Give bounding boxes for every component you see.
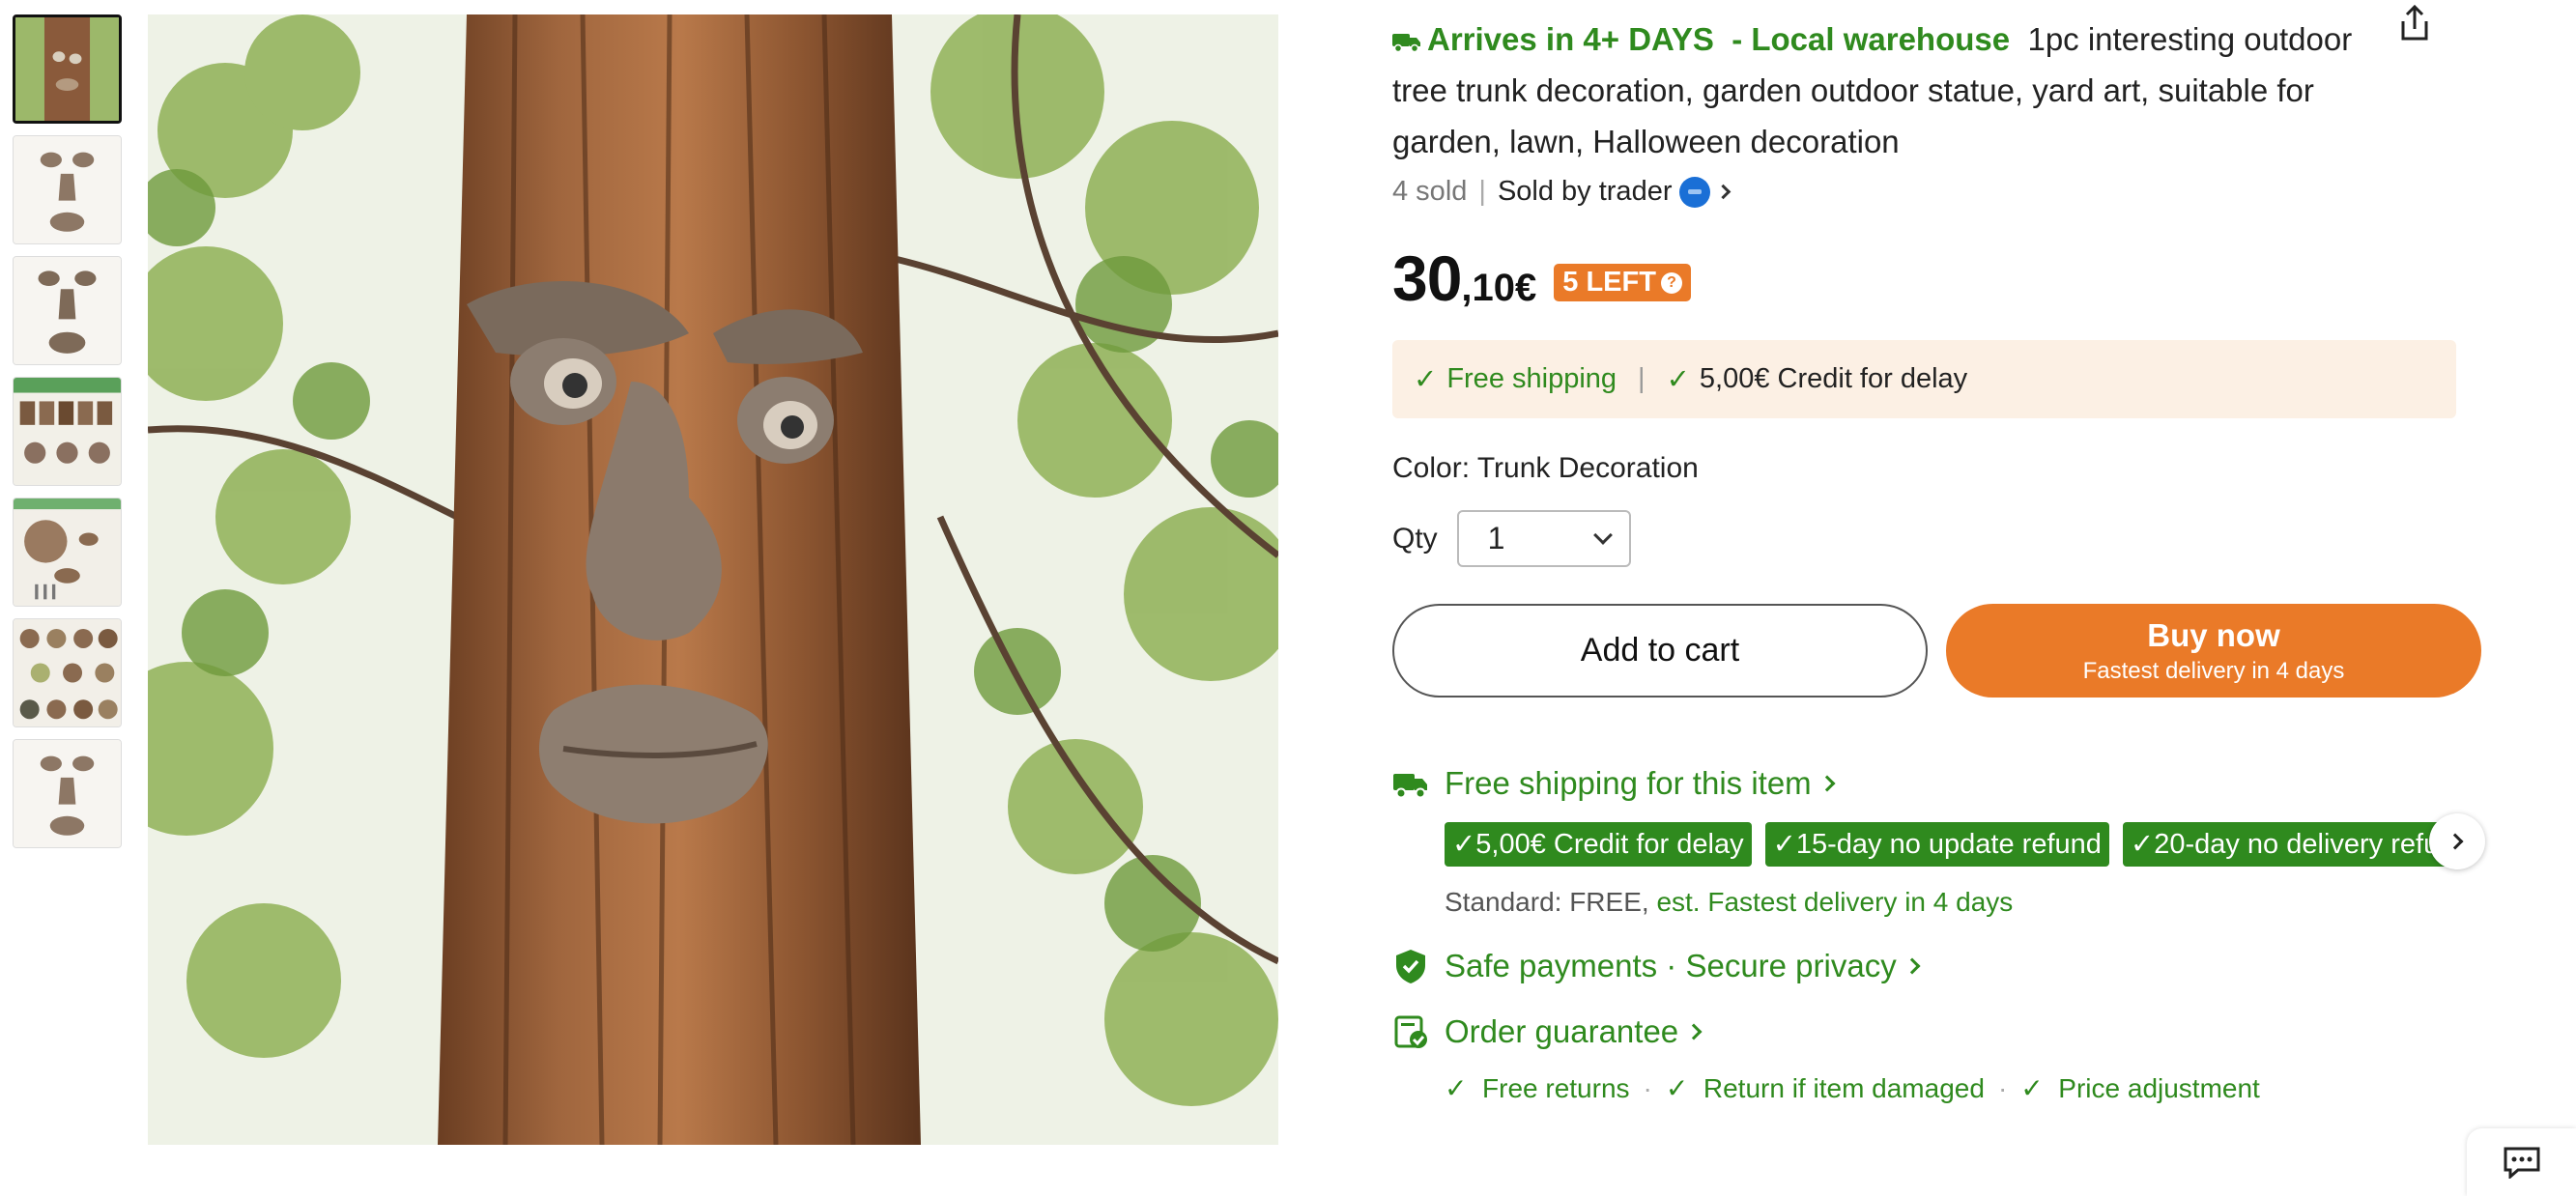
stock-badge[interactable]: 5 LEFT? [1554, 264, 1691, 301]
standard-est-label: est. Fastest delivery in 4 days [1656, 887, 2014, 917]
qty-value: 1 [1487, 521, 1505, 555]
color-value: Trunk Decoration [1476, 452, 1699, 484]
credit-label: 5,00€ Credit for delay [1699, 363, 1968, 394]
chevron-right-icon [1818, 775, 1836, 792]
divider: · [1643, 1072, 1652, 1103]
order-guarantee-icon [1394, 1015, 1427, 1048]
guarantee-item: Price adjustment [2058, 1072, 2260, 1103]
buy-now-label: Buy now [2147, 616, 2280, 653]
chat-button[interactable] [2467, 1128, 2576, 1196]
main-product-image[interactable] [148, 14, 1278, 1145]
share-icon[interactable] [2397, 4, 2432, 43]
check-icon: ✓ [1665, 1073, 1703, 1103]
divider: · [1997, 1072, 2008, 1103]
free-shipping-heading-label: Free shipping for this item [1445, 765, 1812, 801]
benefit-pills: ✓5,00€ Credit for delay ✓15-day no update… [1445, 822, 2469, 867]
order-guarantee-label: Order guarantee [1445, 1013, 1679, 1049]
chat-icon [2504, 1147, 2539, 1179]
qty-row: Qty 1 [1392, 510, 1631, 567]
thumbnail-1[interactable] [13, 14, 122, 124]
thumbnail-gallery [13, 14, 124, 860]
seller-badge-icon [1679, 176, 1711, 208]
benefit-pill: ✓20-day no delivery refund [2122, 822, 2469, 867]
seller-row: 4 sold | Sold by trader [1392, 176, 1732, 208]
arrival-label: Arrives in 4+ DAYS [1427, 21, 1714, 57]
safe-payments-label: Safe payments · Secure privacy [1445, 948, 1897, 983]
warehouse-label: - Local warehouse [1732, 21, 2011, 57]
stock-badge-label: 5 LEFT [1562, 267, 1656, 298]
chevron-right-icon [1903, 957, 1921, 975]
thumbnail-3[interactable] [13, 256, 122, 365]
price-row: 30,10€ 5 LEFT? [1392, 242, 1691, 315]
chevron-right-icon [2447, 833, 2463, 850]
check-icon: ✓ [1414, 364, 1438, 395]
chevron-down-icon [1592, 525, 1613, 545]
free-shipping-heading[interactable]: Free shipping for this item [1392, 765, 1836, 802]
pills-next-button[interactable] [2429, 813, 2485, 869]
truck-icon [1393, 774, 1427, 799]
thumbnail-6[interactable] [13, 618, 122, 727]
thumbnail-4[interactable] [13, 377, 122, 486]
divider: | [1638, 363, 1646, 394]
free-shipping-label: Free shipping [1446, 363, 1617, 394]
standard-free-label: Standard: FREE, [1445, 887, 1649, 917]
check-icon: ✓ [2020, 1073, 2059, 1103]
benefit-pill: ✓5,00€ Credit for delay [1445, 822, 1752, 867]
safe-payments-row[interactable]: Safe payments · Secure privacy [1392, 948, 1921, 984]
guarantee-items: ✓ Free returns · ✓ Return if item damage… [1445, 1072, 2260, 1104]
chevron-right-icon[interactable] [1716, 184, 1732, 200]
price-decimal: ,10€ [1461, 267, 1537, 309]
order-guarantee-row[interactable]: Order guarantee [1392, 1013, 1703, 1050]
standard-delivery: Standard: FREE, est. Fastest delivery in… [1445, 887, 2013, 918]
color-label: Color: [1392, 452, 1471, 484]
check-icon: ✓ [1666, 364, 1690, 395]
guarantee-item: Free returns [1482, 1072, 1630, 1103]
qty-label: Qty [1392, 522, 1438, 555]
color-row: Color: Trunk Decoration [1392, 452, 1699, 485]
thumbnail-7[interactable] [13, 739, 122, 848]
shipping-banner: ✓ Free shipping | ✓ 5,00€ Credit for delay [1392, 340, 2456, 418]
thumbnail-5[interactable] [13, 498, 122, 607]
benefit-pill: ✓15-day no update refund [1764, 822, 2109, 867]
sold-count: 4 sold [1392, 176, 1468, 207]
buy-now-button[interactable]: Buy now Fastest delivery in 4 days [1946, 604, 2481, 698]
divider: | [1478, 176, 1486, 207]
check-icon: ✓ [1445, 1073, 1483, 1103]
price-whole: 30 [1392, 242, 1462, 314]
qty-select[interactable]: 1 [1456, 510, 1631, 567]
truck-icon [1392, 34, 1420, 52]
buy-now-sublabel: Fastest delivery in 4 days [2082, 657, 2345, 684]
product-title-block: Arrives in 4+ DAYS - Local warehouse 1pc… [1392, 14, 2407, 167]
guarantee-item: Return if item damaged [1703, 1072, 1985, 1103]
thumbnail-2[interactable] [13, 135, 122, 244]
add-to-cart-button[interactable]: Add to cart [1392, 604, 1928, 698]
chevron-right-icon [1685, 1023, 1703, 1040]
shield-check-icon [1396, 950, 1425, 983]
question-icon: ? [1660, 271, 1682, 294]
sold-by-label[interactable]: Sold by trader [1498, 176, 1673, 208]
